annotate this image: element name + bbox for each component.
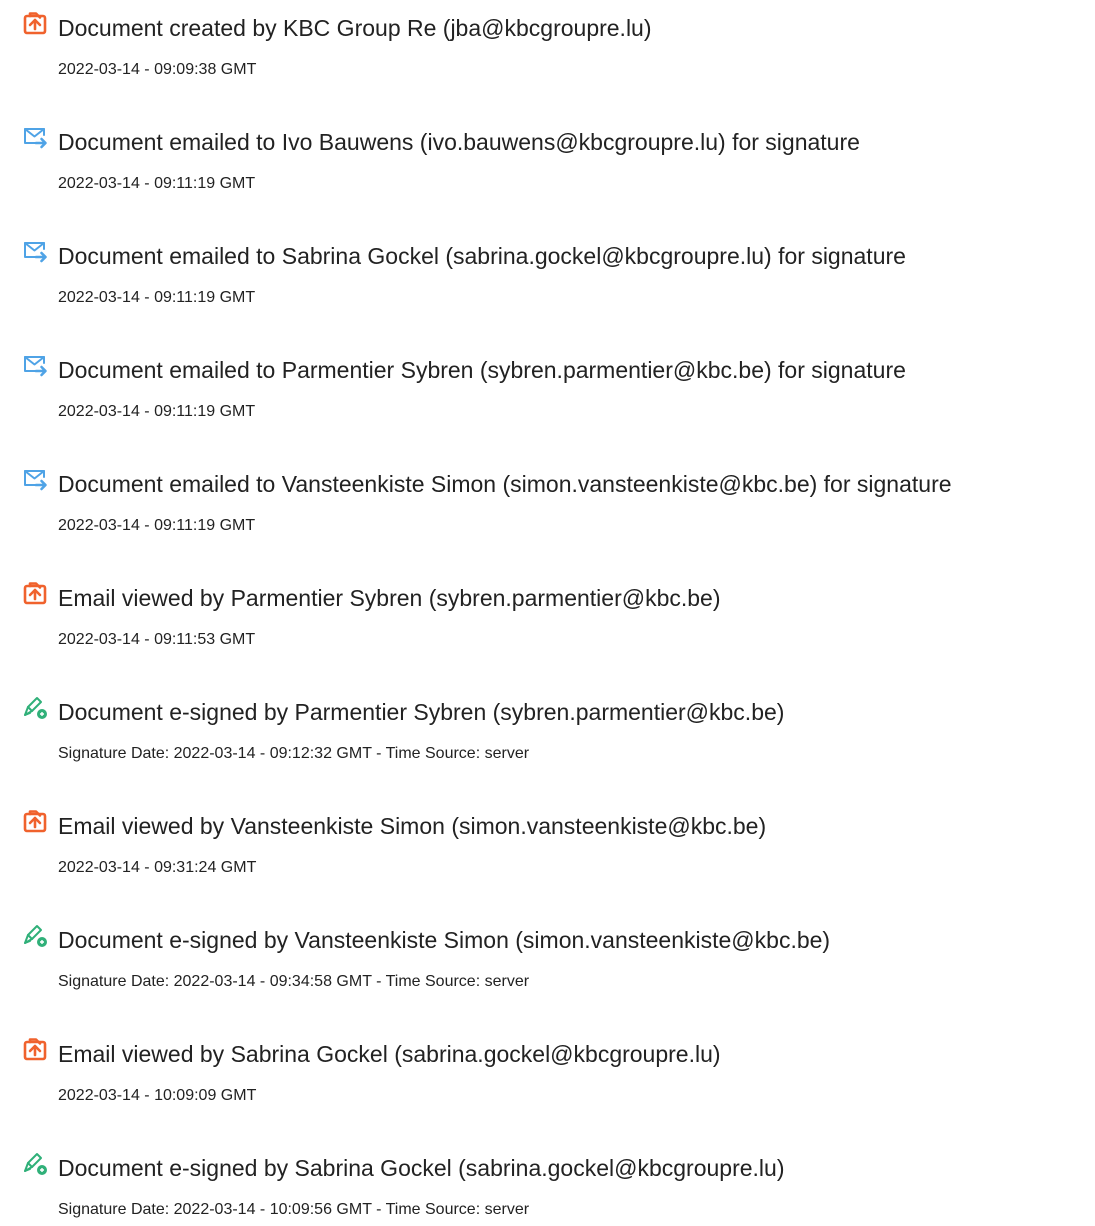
audit-event: Email viewed by Parmentier Sybren (sybre…: [0, 570, 1095, 650]
event-text: Document emailed to Vansteenkiste Simon …: [58, 471, 952, 497]
audit-event: Email viewed by Sabrina Gockel (sabrina.…: [0, 1026, 1095, 1106]
event-text: Email viewed by Vansteenkiste Simon (sim…: [58, 813, 767, 839]
event-text: Document e-signed by Sabrina Gockel (sab…: [58, 1155, 785, 1181]
event-timestamp: 2022-03-14 - 09:09:38 GMT: [58, 61, 257, 78]
email-viewed-icon: [22, 1036, 48, 1062]
e-signed-icon: [22, 694, 48, 720]
audit-event: Email viewed by Vansteenkiste Simon (sim…: [0, 798, 1095, 878]
audit-event: Document emailed to Vansteenkiste Simon …: [0, 456, 1095, 536]
event-timestamp: 2022-03-14 - 09:11:19 GMT: [58, 403, 256, 420]
email-viewed-icon: [22, 580, 48, 606]
email-sent-icon: [22, 466, 48, 492]
document-created-icon: [22, 10, 48, 36]
event-text: Document emailed to Ivo Bauwens (ivo.bau…: [58, 129, 860, 155]
email-sent-icon: [22, 124, 48, 150]
event-timestamp: 2022-03-14 - 09:11:19 GMT: [58, 517, 256, 534]
event-text: Email viewed by Parmentier Sybren (sybre…: [58, 585, 721, 611]
audit-event: Document emailed to Parmentier Sybren (s…: [0, 342, 1095, 422]
event-timestamp: Signature Date: 2022-03-14 - 10:09:56 GM…: [58, 1201, 530, 1218]
audit-event: Document e-signed by Parmentier Sybren (…: [0, 684, 1095, 764]
event-text: Document emailed to Sabrina Gockel (sabr…: [58, 243, 906, 269]
event-timestamp: Signature Date: 2022-03-14 - 09:34:58 GM…: [58, 973, 530, 990]
event-timestamp: 2022-03-14 - 09:11:19 GMT: [58, 289, 256, 306]
event-text: Document emailed to Parmentier Sybren (s…: [58, 357, 906, 383]
audit-event: Document emailed to Sabrina Gockel (sabr…: [0, 228, 1095, 308]
event-timestamp: 2022-03-14 - 09:31:24 GMT: [58, 859, 257, 876]
email-sent-icon: [22, 352, 48, 378]
e-signed-icon: [22, 1150, 48, 1176]
event-timestamp: 2022-03-14 - 09:11:53 GMT: [58, 631, 256, 648]
audit-event: Document created by KBC Group Re (jba@kb…: [0, 0, 1095, 80]
audit-event: Document emailed to Ivo Bauwens (ivo.bau…: [0, 114, 1095, 194]
event-timestamp: 2022-03-14 - 10:09:09 GMT: [58, 1087, 257, 1104]
event-text: Email viewed by Sabrina Gockel (sabrina.…: [58, 1041, 721, 1067]
event-timestamp: 2022-03-14 - 09:11:19 GMT: [58, 175, 256, 192]
event-timestamp: Signature Date: 2022-03-14 - 09:12:32 GM…: [58, 745, 530, 762]
email-sent-icon: [22, 238, 48, 264]
event-text: Document created by KBC Group Re (jba@kb…: [58, 15, 652, 41]
event-text: Document e-signed by Vansteenkiste Simon…: [58, 927, 831, 953]
e-signed-icon: [22, 922, 48, 948]
audit-event: Document e-signed by Vansteenkiste Simon…: [0, 912, 1095, 992]
email-viewed-icon: [22, 808, 48, 834]
audit-event: Document e-signed by Sabrina Gockel (sab…: [0, 1140, 1095, 1220]
event-text: Document e-signed by Parmentier Sybren (…: [58, 699, 785, 725]
